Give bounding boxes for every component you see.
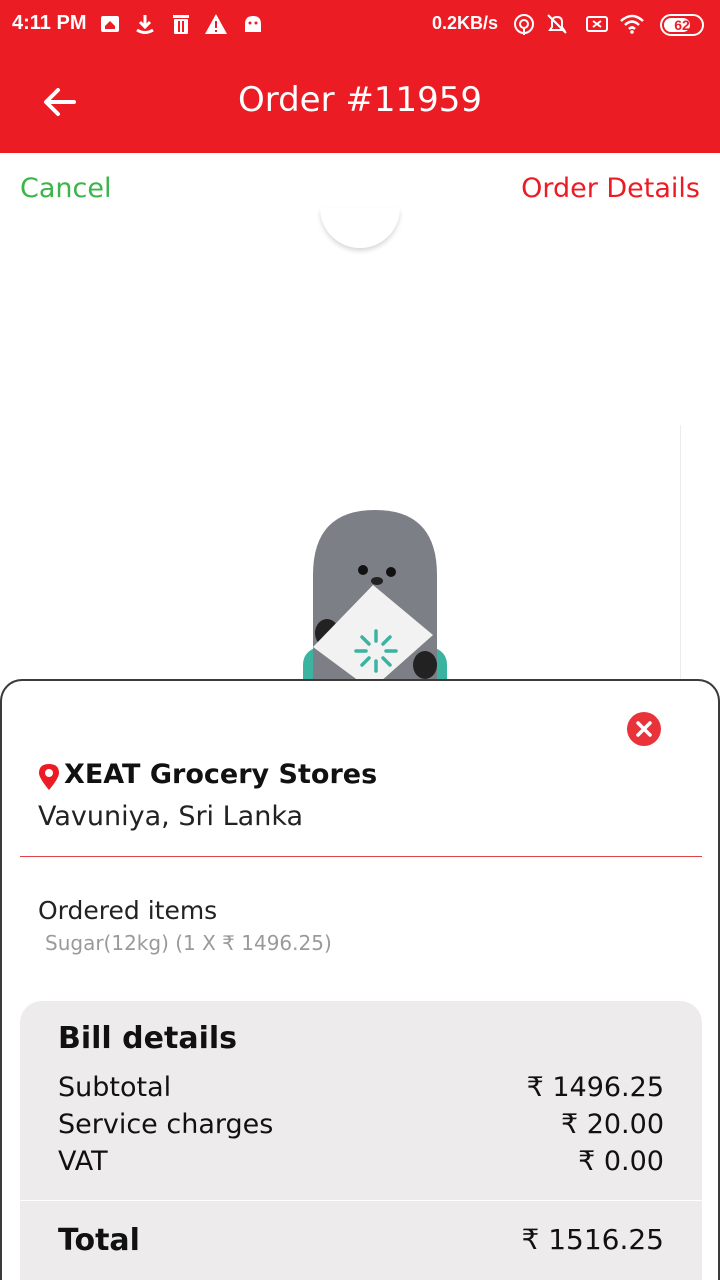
map-drag-pill[interactable] [320, 208, 400, 248]
cancel-button[interactable]: Cancel [20, 173, 111, 204]
home-notification-icon [101, 16, 119, 32]
network-speed: 0.2KB/s [432, 13, 499, 33]
hotspot-icon [514, 14, 534, 35]
bill-heading: Bill details [58, 1021, 237, 1056]
divider [680, 425, 681, 680]
bill-divider [20, 1200, 702, 1201]
close-circle-icon[interactable] [626, 711, 662, 747]
total-row: Total ₹ 1516.25 [58, 1223, 664, 1258]
page-title: Order #11959 [237, 80, 483, 120]
ordered-items-title: Ordered items [38, 896, 218, 925]
warning-icon [205, 14, 227, 34]
vat-label: VAT [58, 1146, 108, 1177]
service-charges-row: Service charges ₹ 20.00 [58, 1109, 664, 1143]
subtotal-value: ₹ 1496.25 [526, 1072, 664, 1103]
list-item: Sugar(12kg) (1 X ₹ 1496.25) [45, 931, 332, 955]
order-summary-sheet: XEAT Grocery Stores Vavuniya, Sri Lanka … [0, 679, 720, 1280]
bell-off-icon [547, 14, 567, 34]
store-name: XEAT Grocery Stores [64, 759, 378, 790]
location-pin-icon [39, 764, 59, 790]
mascot-illustration [303, 510, 447, 685]
service-charges-value: ₹ 20.00 [560, 1109, 664, 1140]
trash-icon [173, 15, 189, 34]
subtotal-row: Subtotal ₹ 1496.25 [58, 1072, 664, 1106]
bill-details-card: Bill details Subtotal ₹ 1496.25 Service … [20, 1001, 702, 1280]
battery-icon: 62 [660, 14, 704, 36]
store-location: Vavuniya, Sri Lanka [38, 801, 304, 832]
order-details-button[interactable]: Order Details [521, 173, 700, 204]
android-icon [245, 16, 261, 32]
status-bar: 4:11 PM 0.2KB/s 62 [0, 0, 720, 50]
sim-off-icon [586, 16, 608, 32]
service-charges-label: Service charges [58, 1109, 274, 1140]
app-bar: Order #11959 [0, 50, 720, 153]
download-icon [136, 15, 154, 34]
vat-value: ₹ 0.00 [578, 1146, 664, 1177]
total-value: ₹ 1516.25 [521, 1223, 664, 1256]
subtotal-label: Subtotal [58, 1072, 172, 1103]
status-time: 4:11 PM [12, 12, 87, 34]
vat-row: VAT ₹ 0.00 [58, 1146, 664, 1180]
wifi-icon [620, 14, 644, 34]
battery-level: 62 [674, 17, 690, 33]
total-label: Total [58, 1223, 140, 1258]
section-divider [20, 856, 702, 857]
